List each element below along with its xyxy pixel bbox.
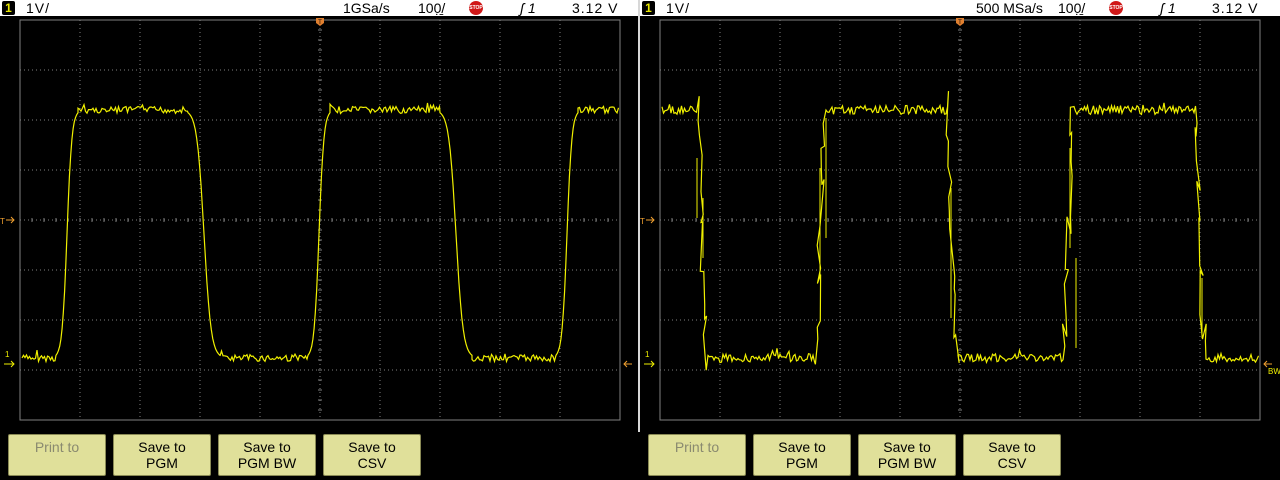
trigger-level: 3.12 V bbox=[1212, 0, 1259, 16]
arrow-shape bbox=[4, 360, 15, 368]
print-to-button[interactable]: Print to bbox=[8, 434, 106, 476]
ground-reference-arrow-icon: 1 bbox=[4, 350, 15, 368]
rising-edge-trigger-icon: ʃ 1 bbox=[1160, 0, 1176, 16]
time-per-division: 100̣̱/ bbox=[418, 0, 446, 16]
save-to-pgm-button[interactable]: Save to PGM bbox=[113, 434, 211, 476]
save-to-csv-button[interactable]: Save to CSV bbox=[323, 434, 421, 476]
status-bar: 1 1V/ 500 MSa/s 100̣̱/ STOP ʃ 1 3.12 V bbox=[640, 0, 1280, 16]
trigger-position-label: T bbox=[318, 20, 322, 26]
waveform-display: T T 1 BW bbox=[640, 18, 1280, 421]
time-per-division: 100̣̱/ bbox=[1058, 0, 1086, 16]
bw-limit-label: BW bbox=[1268, 367, 1280, 376]
trigger-position-marker: T bbox=[316, 18, 324, 26]
vertical-scale: 1V/ bbox=[26, 0, 51, 16]
softkey-label: Save to bbox=[883, 439, 931, 455]
trigger-level: 3.12 V bbox=[572, 0, 619, 16]
trigger-level-arrow-icon: T bbox=[640, 216, 655, 226]
softkey-label: Save to bbox=[988, 439, 1036, 455]
softkey-label: PGM BW bbox=[877, 455, 937, 471]
softkey-label: CSV bbox=[357, 455, 387, 471]
trigger-position-marker: T bbox=[956, 18, 964, 26]
trigger-level-label: T bbox=[0, 217, 5, 226]
arrow-shape bbox=[644, 360, 655, 368]
channel-badge[interactable]: 1 bbox=[642, 1, 655, 15]
right-level-marker-icon bbox=[623, 360, 632, 368]
print-to-button[interactable]: Print to bbox=[648, 434, 746, 476]
scope-panel-right: 1 1V/ 500 MSa/s 100̣̱/ STOP ʃ 1 3.12 V T… bbox=[640, 0, 1280, 480]
channel-badge[interactable]: 1 bbox=[2, 1, 15, 15]
save-to-pgm-button[interactable]: Save to PGM bbox=[753, 434, 851, 476]
arrow-shape bbox=[646, 216, 655, 224]
sample-rate: 500 MSa/s bbox=[976, 0, 1043, 16]
softkey-label: Save to bbox=[243, 439, 291, 455]
softkey-label: Save to bbox=[348, 439, 396, 455]
status-bar: 1 1V/ 1GSa/s 100̣̱/ STOP ʃ 1 3.12 V bbox=[0, 0, 640, 16]
softkey-label: Print to bbox=[34, 439, 80, 455]
trigger-position-label: T bbox=[958, 20, 962, 26]
scope-panel-left: 1 1V/ 1GSa/s 100̣̱/ STOP ʃ 1 3.12 V T T 1 … bbox=[0, 0, 640, 480]
stop-sign-icon[interactable]: STOP bbox=[1109, 1, 1123, 15]
ground-reference-arrow-icon: 1 bbox=[644, 350, 655, 368]
softkey-label: Save to bbox=[778, 439, 826, 455]
save-to-csv-button[interactable]: Save to CSV bbox=[963, 434, 1061, 476]
ground-reference-label: 1 bbox=[5, 350, 10, 359]
softkey-label: PGM bbox=[146, 455, 178, 471]
softkey-bar: Print to Save to PGM Save to PGM BW Save… bbox=[0, 432, 640, 480]
softkey-label: Save to bbox=[138, 439, 186, 455]
vertical-scale: 1V/ bbox=[666, 0, 691, 16]
softkey-label: Print to bbox=[674, 439, 720, 455]
save-to-pgm-bw-button[interactable]: Save to PGM BW bbox=[858, 434, 956, 476]
trigger-level-label: T bbox=[640, 217, 645, 226]
softkey-label: PGM BW bbox=[237, 455, 297, 471]
ground-reference-label: 1 bbox=[645, 350, 650, 359]
stop-sign-icon[interactable]: STOP bbox=[469, 1, 483, 15]
sample-rate: 1GSa/s bbox=[343, 0, 390, 16]
rising-edge-trigger-icon: ʃ 1 bbox=[520, 0, 536, 16]
arrow-shape bbox=[6, 216, 15, 224]
softkey-label: CSV bbox=[997, 455, 1027, 471]
softkey-label: PGM bbox=[786, 455, 818, 471]
softkey-bar: Print to Save to PGM Save to PGM BW Save… bbox=[640, 432, 1280, 480]
arrow-shape bbox=[623, 360, 632, 368]
save-to-pgm-bw-button[interactable]: Save to PGM BW bbox=[218, 434, 316, 476]
waveform-display: T T 1 bbox=[0, 18, 632, 421]
trigger-level-arrow-icon: T bbox=[0, 216, 15, 226]
